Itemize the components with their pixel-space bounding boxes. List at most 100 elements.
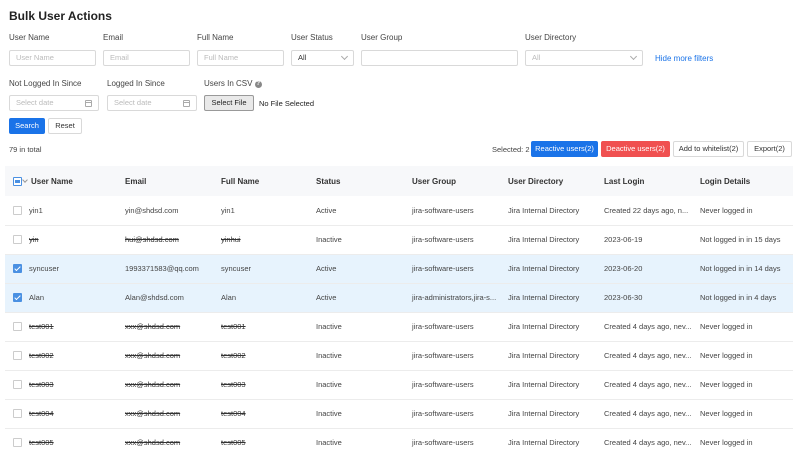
deactive-users-button[interactable]: Deactive users(2) bbox=[601, 141, 670, 157]
group-label: User Group bbox=[361, 33, 403, 42]
email-label: Email bbox=[103, 33, 124, 42]
logged-placeholder: Select date bbox=[114, 98, 152, 107]
directory-select[interactable]: All bbox=[525, 50, 643, 66]
header-select-all[interactable] bbox=[5, 166, 25, 196]
cell-last-login: 2023-06-20 bbox=[600, 254, 696, 284]
cell-status: Inactive bbox=[312, 341, 408, 371]
row-checkbox[interactable] bbox=[13, 380, 22, 390]
row-checkbox-cell[interactable] bbox=[5, 254, 25, 284]
row-checkbox[interactable] bbox=[13, 409, 22, 419]
cell-login-details: Never logged in bbox=[696, 341, 793, 371]
header-login-details: Login Details bbox=[696, 166, 793, 196]
row-checkbox-cell[interactable] bbox=[5, 428, 25, 450]
logged-date-input[interactable]: Select date bbox=[107, 95, 197, 111]
cell-email: xxx@shdsd.com bbox=[121, 341, 217, 371]
cell-fullname: yin1 bbox=[217, 196, 312, 226]
table-row[interactable]: yin1 yin@shdsd.com yin1 Active jira-software… bbox=[5, 196, 793, 226]
cell-email: xxx@shdsd.com bbox=[121, 370, 217, 400]
cell-login-details: Not logged in in 4 days bbox=[696, 283, 793, 313]
not-logged-date-input[interactable]: Select date bbox=[9, 95, 99, 111]
add-to-whitelist-button[interactable]: Add to whitelist(2) bbox=[673, 141, 744, 157]
cell-email: xxx@shdsd.com bbox=[121, 428, 217, 450]
cell-login-details: Never logged in bbox=[696, 196, 793, 226]
chevron-down-icon[interactable] bbox=[22, 176, 28, 183]
reactive-users-button[interactable]: Reactive users(2) bbox=[531, 141, 598, 157]
cell-login-details: Never logged in bbox=[696, 428, 793, 450]
table-row[interactable]: test004 xxx@shdsd.com test004 Inactive jira-… bbox=[5, 399, 793, 429]
cell-group: jira-software-users bbox=[408, 370, 504, 400]
row-checkbox-cell[interactable] bbox=[5, 312, 25, 342]
cell-last-login: Created 4 days ago, nev... bbox=[600, 341, 696, 371]
page-title: Bulk User Actions bbox=[9, 9, 112, 23]
table-row[interactable]: yin hui@shdsd.com yinhui Inactive jira-softw… bbox=[5, 225, 793, 255]
row-checkbox[interactable] bbox=[13, 293, 22, 303]
cell-directory: Jira Internal Directory bbox=[504, 428, 600, 450]
help-icon[interactable]: ? bbox=[254, 81, 262, 88]
table-row[interactable]: syncuser 1993371583@qq.com syncuser Active j… bbox=[5, 254, 793, 284]
row-checkbox-cell[interactable] bbox=[5, 283, 25, 313]
cell-status: Active bbox=[312, 254, 408, 284]
cell-directory: Jira Internal Directory bbox=[504, 341, 600, 371]
row-checkbox[interactable] bbox=[13, 351, 22, 361]
cell-fullname: test003 bbox=[217, 370, 312, 400]
cell-last-login: Created 4 days ago, nev... bbox=[600, 399, 696, 429]
table-row[interactable]: test002 xxx@shdsd.com test002 Inactive jira-… bbox=[5, 341, 793, 371]
fullname-input[interactable]: Full Name bbox=[197, 50, 284, 66]
cell-login-details: Never logged in bbox=[696, 399, 793, 429]
reset-button[interactable]: Reset bbox=[48, 118, 82, 134]
cell-directory: Jira Internal Directory bbox=[504, 370, 600, 400]
cell-status: Inactive bbox=[312, 399, 408, 429]
table-header-row: User Name Email Full Name Status User Gr… bbox=[5, 166, 793, 196]
cell-username: test004 bbox=[25, 399, 121, 429]
group-input[interactable] bbox=[361, 50, 518, 66]
hide-more-filters-link[interactable]: Hide more filters bbox=[655, 54, 713, 63]
table-row[interactable]: Alan Alan@shdsd.com Alan Active jira-adminis… bbox=[5, 283, 793, 313]
cell-fullname: test001 bbox=[217, 312, 312, 342]
row-checkbox[interactable] bbox=[13, 438, 22, 448]
cell-login-details: Not logged in in 14 days bbox=[696, 254, 793, 284]
cell-status: Active bbox=[312, 283, 408, 313]
cell-last-login: 2023-06-30 bbox=[600, 283, 696, 313]
cell-username: yin1 bbox=[25, 196, 121, 226]
row-checkbox-cell[interactable] bbox=[5, 225, 25, 255]
email-input[interactable]: Email bbox=[103, 50, 190, 66]
directory-label: User Directory bbox=[525, 33, 577, 42]
row-checkbox-cell[interactable] bbox=[5, 196, 25, 226]
select-all-checkbox[interactable] bbox=[13, 176, 22, 186]
header-label: User Name bbox=[31, 176, 73, 186]
header-directory: User Directory bbox=[504, 166, 600, 196]
fullname-label: Full Name bbox=[197, 33, 234, 42]
cell-username: syncuser bbox=[25, 254, 121, 284]
calendar-icon bbox=[183, 100, 190, 107]
table-row[interactable]: test001 xxx@shdsd.com test001 Inactive jira-… bbox=[5, 312, 793, 342]
row-checkbox[interactable] bbox=[13, 235, 22, 245]
row-checkbox[interactable] bbox=[13, 206, 22, 215]
row-checkbox-cell[interactable] bbox=[5, 370, 25, 400]
table-row[interactable]: test003 xxx@shdsd.com test003 Inactive jira-… bbox=[5, 370, 793, 400]
users-table: User Name Email Full Name Status User Gr… bbox=[5, 166, 793, 450]
row-checkbox-cell[interactable] bbox=[5, 341, 25, 371]
header-status: Status bbox=[312, 166, 408, 196]
cell-group: jira-software-users bbox=[408, 428, 504, 450]
table-row[interactable]: test005 xxx@shdsd.com test005 Inactive jira-… bbox=[5, 428, 793, 450]
header-email: Email bbox=[121, 166, 217, 196]
status-select[interactable]: All bbox=[291, 50, 354, 66]
row-checkbox-cell[interactable] bbox=[5, 399, 25, 429]
no-file-text: No File Selected bbox=[259, 99, 315, 108]
row-checkbox[interactable] bbox=[13, 322, 22, 332]
cell-directory: Jira Internal Directory bbox=[504, 399, 600, 429]
cell-directory: Jira Internal Directory bbox=[504, 283, 600, 313]
cell-status: Inactive bbox=[312, 312, 408, 342]
row-checkbox[interactable] bbox=[13, 264, 22, 274]
header-username: User Name bbox=[22, 166, 121, 196]
csv-label: Users In CSV ? bbox=[204, 79, 262, 88]
cell-last-login: Created 4 days ago, nev... bbox=[600, 428, 696, 450]
cell-group: jira-software-users bbox=[408, 225, 504, 255]
cell-username: test002 bbox=[25, 341, 121, 371]
chevron-down-icon bbox=[629, 52, 638, 61]
search-button[interactable]: Search bbox=[9, 118, 45, 134]
export-button[interactable]: Export(2) bbox=[747, 141, 792, 157]
username-input[interactable]: User Name bbox=[9, 50, 96, 66]
select-file-button[interactable]: Select File bbox=[204, 95, 254, 111]
status-select-value: All bbox=[298, 53, 307, 62]
